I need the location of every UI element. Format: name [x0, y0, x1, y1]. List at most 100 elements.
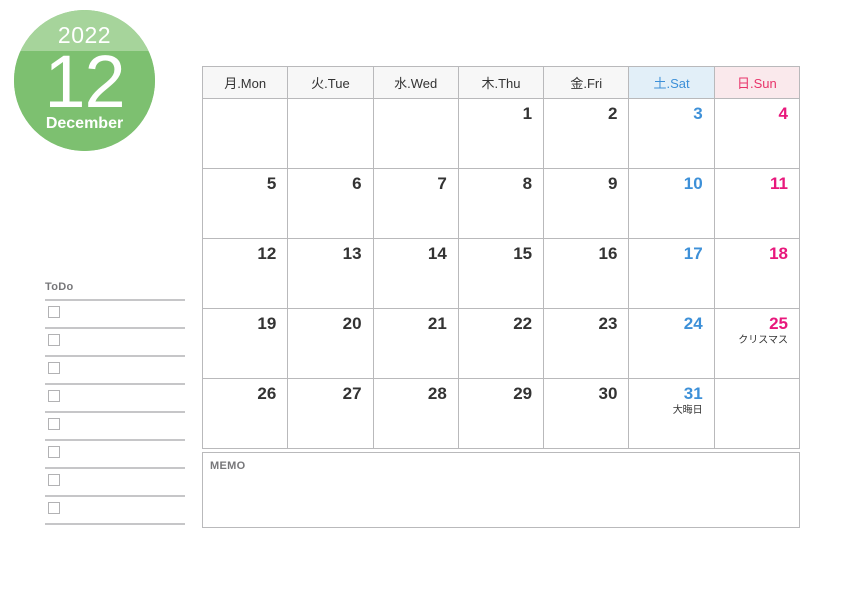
- day-cell[interactable]: 2: [543, 98, 630, 169]
- day-cell[interactable]: 22: [457, 308, 545, 379]
- day-cell[interactable]: 26: [201, 378, 289, 449]
- todo-checkbox[interactable]: [48, 362, 60, 374]
- weekday-header-4: 金.Fri: [543, 66, 630, 99]
- calendar-body: 1 2 3 4 5 6 7 8 9 10 11 12 13 14 15 16 17 18 19 20 21 22 23 24 2…: [201, 98, 801, 449]
- todo-row: [45, 301, 185, 329]
- day-cell[interactable]: 6: [287, 168, 374, 239]
- day-cell[interactable]: 12: [201, 238, 289, 309]
- calendar-header-row: 月.Mon 火.Tue 水.Wed 木.Thu 金.Fri 土.Sat 日.Sun: [201, 66, 801, 99]
- todo-checkbox[interactable]: [48, 418, 60, 430]
- todo-title: ToDo: [45, 281, 74, 293]
- day-number: [288, 99, 372, 104]
- day-cell[interactable]: 23: [543, 308, 630, 379]
- calendar-header: 月.Mon 火.Tue 水.Wed 木.Thu 金.Fri 土.Sat 日.Sun: [201, 66, 801, 99]
- todo-row: [45, 385, 185, 413]
- todo-checkbox[interactable]: [48, 446, 60, 458]
- day-cell[interactable]: 7: [372, 168, 459, 239]
- weekday-header-1: 火.Tue: [287, 66, 374, 99]
- day-cell[interactable]: 16: [543, 238, 630, 309]
- day-number: 11: [770, 174, 788, 193]
- day-cell[interactable]: 27: [287, 378, 374, 449]
- day-cell[interactable]: 24: [628, 308, 715, 379]
- day-number: [715, 379, 799, 384]
- day-number: [374, 99, 458, 104]
- day-number: 26: [257, 384, 277, 403]
- memo-label: MEMO: [210, 460, 246, 472]
- day-number: 12: [257, 244, 277, 263]
- day-cell[interactable]: 19: [201, 308, 289, 379]
- day-cell[interactable]: 9: [543, 168, 630, 239]
- day-number: 9: [607, 174, 618, 193]
- weekday-header-6: 日.Sun: [713, 66, 801, 99]
- day-number: 20: [342, 314, 362, 333]
- day-cell[interactable]: 25 クリスマス: [713, 308, 801, 379]
- day-cell[interactable]: 20: [287, 308, 374, 379]
- day-number: 27: [342, 384, 362, 403]
- day-number: 17: [683, 244, 703, 263]
- todo-checkbox[interactable]: [48, 502, 60, 514]
- day-cell-empty[interactable]: [201, 98, 289, 169]
- day-cell[interactable]: 4: [713, 98, 801, 169]
- todo-row: [45, 413, 185, 441]
- calendar-week-row: 5 6 7 8 9 10 11: [201, 168, 801, 239]
- todo-row: [45, 357, 185, 385]
- day-number: 16: [598, 244, 618, 263]
- todo-checkbox[interactable]: [48, 334, 60, 346]
- day-cell[interactable]: 28: [372, 378, 459, 449]
- day-cell[interactable]: 14: [372, 238, 459, 309]
- day-number: 21: [427, 314, 447, 333]
- calendar-grid: 月.Mon 火.Tue 水.Wed 木.Thu 金.Fri 土.Sat 日.Sun 1234…: [201, 66, 801, 449]
- day-number: 8: [522, 174, 533, 193]
- day-number: 3: [693, 104, 703, 123]
- calendar-week-row: 26 27 28 29 30 31 大晦日: [201, 378, 801, 449]
- day-number: 30: [598, 384, 618, 403]
- todo-write-line[interactable]: [45, 523, 185, 525]
- calendar-week-row: 19 20 21 22 23 24 25 クリスマス: [201, 308, 801, 379]
- calendar-week-row: 1 2 3 4: [201, 98, 801, 169]
- day-number: 6: [352, 174, 362, 193]
- day-number: 28: [427, 384, 447, 403]
- weekday-header-5: 土.Sat: [628, 66, 715, 99]
- day-cell[interactable]: 21: [372, 308, 459, 379]
- day-cell[interactable]: 1: [457, 98, 545, 169]
- day-cell-empty[interactable]: [287, 98, 374, 169]
- month-badge-text-group: 2022 12 December: [14, 10, 155, 151]
- day-number: 22: [513, 314, 533, 333]
- weekday-header-0: 月.Mon: [201, 66, 289, 99]
- todo-row: [45, 469, 185, 497]
- day-cell-empty[interactable]: [372, 98, 459, 169]
- todo-checkbox[interactable]: [48, 390, 60, 402]
- day-cell[interactable]: 30: [543, 378, 630, 449]
- day-event-label: 大晦日: [672, 405, 703, 416]
- day-cell[interactable]: 17: [628, 238, 715, 309]
- badge-month-name: December: [45, 115, 124, 132]
- todo-checkbox[interactable]: [48, 306, 60, 318]
- day-number: 25: [769, 314, 788, 333]
- day-number: 24: [683, 314, 703, 333]
- day-cell[interactable]: 11: [713, 168, 801, 239]
- day-cell[interactable]: 18: [713, 238, 801, 309]
- day-number: 19: [257, 314, 277, 333]
- day-cell[interactable]: 8: [457, 168, 545, 239]
- day-event-label: クリスマス: [738, 335, 788, 346]
- memo-box[interactable]: MEMO: [202, 452, 800, 528]
- todo-panel: ToDo: [45, 281, 185, 525]
- todo-checkbox[interactable]: [48, 474, 60, 486]
- day-number: 4: [778, 104, 788, 123]
- calendar-week-row: 12 13 14 15 16 17 18: [201, 238, 801, 309]
- day-number: 15: [513, 244, 533, 263]
- day-cell[interactable]: 3: [628, 98, 715, 169]
- month-badge: 2022 12 December: [14, 10, 155, 151]
- day-cell[interactable]: 10: [628, 168, 715, 239]
- day-cell[interactable]: 5: [201, 168, 289, 239]
- day-cell-empty[interactable]: [713, 378, 801, 449]
- day-cell[interactable]: 29: [457, 378, 545, 449]
- day-cell[interactable]: 15: [457, 238, 545, 309]
- weekday-header-3: 木.Thu: [457, 66, 545, 99]
- day-number: 13: [342, 244, 362, 263]
- day-number: 10: [683, 174, 703, 193]
- day-number: 7: [437, 174, 447, 193]
- day-cell[interactable]: 31 大晦日: [628, 378, 715, 449]
- day-number: [203, 99, 287, 104]
- day-cell[interactable]: 13: [287, 238, 374, 309]
